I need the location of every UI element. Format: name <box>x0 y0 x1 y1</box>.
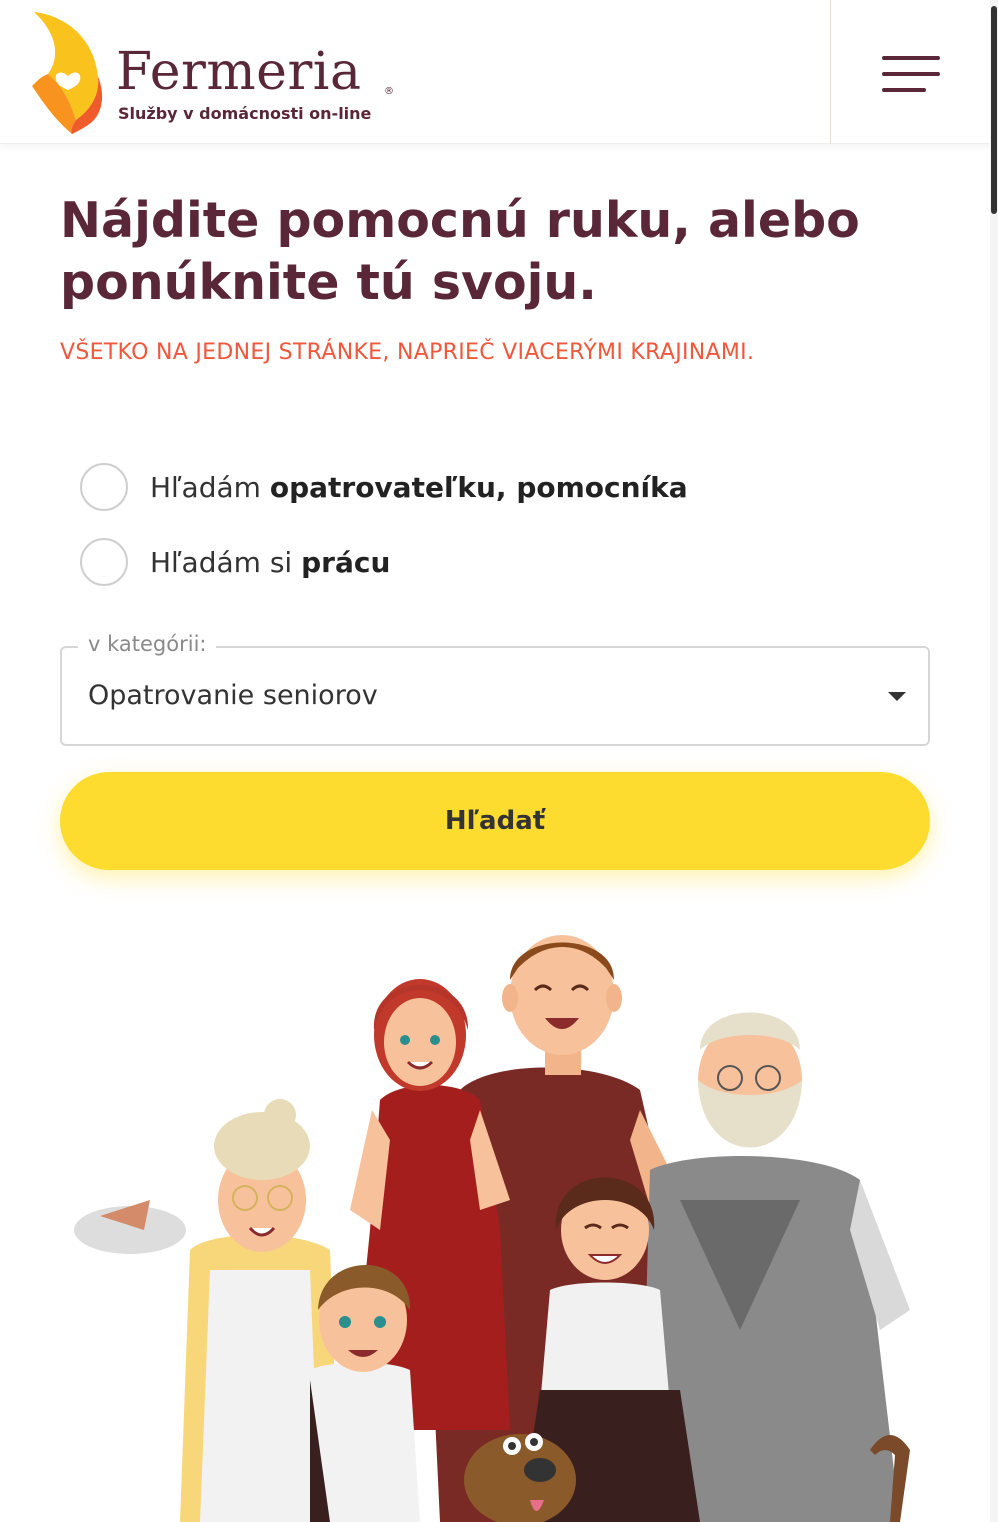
page-subtitle: VŠETKO NA JEDNEJ STRÁNKE, NAPRIEČ VIACER… <box>60 340 755 365</box>
category-select-value: Opatrovanie seniorov <box>88 680 378 711</box>
caret-down-icon <box>888 692 906 701</box>
header-divider <box>830 0 831 144</box>
page-title: Nájdite pomocnú ruku, alebo ponúknite tú… <box>60 192 860 311</box>
category-select[interactable]: Opatrovanie seniorov <box>60 646 930 746</box>
radio-label[interactable]: Hľadám opatrovateľku, pomocníka <box>150 471 688 504</box>
flame-logo-icon <box>32 12 103 134</box>
category-label: v kategórii: <box>78 632 217 656</box>
brand-tagline: Služby v domácnosti on-line <box>118 104 372 123</box>
radio-button[interactable] <box>80 463 128 511</box>
site-header: Fermeria ® Služby v domácnosti on-line <box>0 0 998 144</box>
radio-label[interactable]: Hľadám si prácu <box>150 546 390 579</box>
scrollbar-thumb[interactable] <box>991 6 997 214</box>
grandma-figure <box>74 1099 340 1522</box>
hamburger-menu-icon[interactable] <box>870 46 950 102</box>
brand-name: Fermeria <box>116 42 362 102</box>
family-illustration <box>74 935 910 1522</box>
radio-option-looking-for-caregiver[interactable]: Hľadám opatrovateľku, pomocníka <box>80 462 688 512</box>
fermeria-logo[interactable]: Fermeria ® Služby v domácnosti on-line <box>28 10 408 134</box>
registered-mark: ® <box>384 86 394 97</box>
scrollbar-track[interactable] <box>990 0 998 1522</box>
radio-option-looking-for-work[interactable]: Hľadám si prácu <box>80 537 390 587</box>
radio-button[interactable] <box>80 538 128 586</box>
search-button[interactable]: Hľadať <box>60 772 930 870</box>
